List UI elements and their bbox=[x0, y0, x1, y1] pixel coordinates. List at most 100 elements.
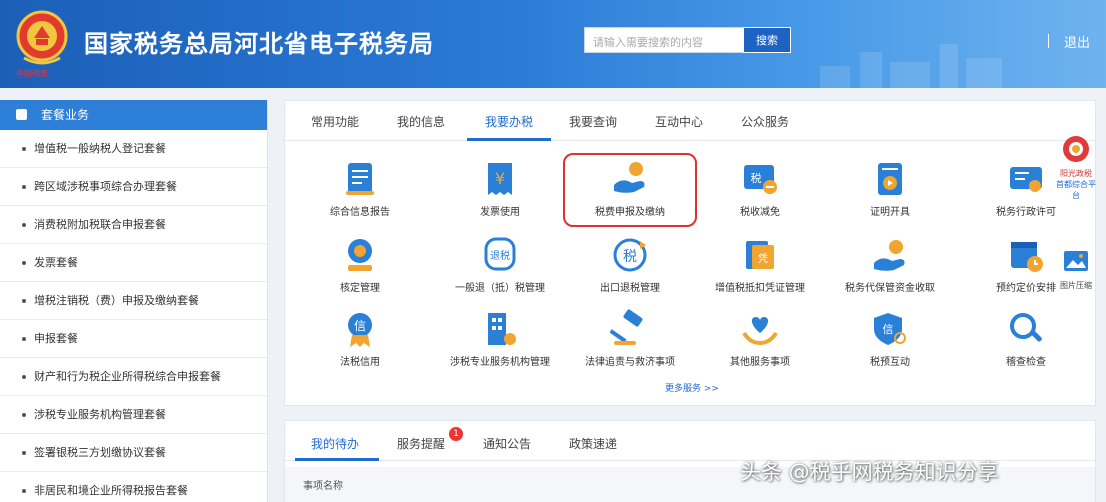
sidebar-item[interactable]: 签署银税三方划缴协议套餐 bbox=[0, 434, 267, 472]
func-label: 税务代保管资金收取 bbox=[845, 283, 935, 294]
func-label: 核定管理 bbox=[340, 283, 380, 294]
magnifier-icon bbox=[1006, 309, 1046, 349]
active-tab-underline bbox=[295, 458, 379, 461]
search-button[interactable]: 搜索 bbox=[743, 27, 791, 53]
func-refund[interactable]: 退税 一般退（抵）税管理 bbox=[445, 235, 555, 294]
sunshine-logo-icon bbox=[1063, 136, 1089, 162]
watermark: 头条 @税乎网税务知识分享 bbox=[740, 460, 999, 484]
func-export-refund[interactable]: 税 出口退税管理 bbox=[575, 235, 685, 294]
skyline-decoration bbox=[966, 58, 1002, 88]
svg-text:信: 信 bbox=[354, 319, 366, 333]
sidebar-item[interactable]: 增税注销税（费）申报及缴纳套餐 bbox=[0, 282, 267, 320]
sidebar-item[interactable]: 消费税附加税联合申报套餐 bbox=[0, 206, 267, 244]
func-tax-interaction[interactable]: 信 税预互动 bbox=[835, 309, 945, 368]
function-tabs: 常用功能 我的信息 我要办税 我要查询 互动中心 公众服务 bbox=[285, 101, 1095, 141]
tab-my-todo[interactable]: 我的待办 bbox=[311, 435, 359, 452]
sidebar-item[interactable]: 发票套餐 bbox=[0, 244, 267, 282]
search-input[interactable]: 请输入需要搜索的内容 bbox=[584, 27, 744, 53]
more-services-link[interactable]: 更多服务 >> bbox=[665, 381, 719, 394]
func-label: 稽查检查 bbox=[1006, 357, 1046, 368]
tab-my-info[interactable]: 我的信息 bbox=[397, 113, 445, 130]
sidebar-item[interactable]: 申报套餐 bbox=[0, 320, 267, 358]
tab-public-service[interactable]: 公众服务 bbox=[741, 113, 789, 130]
func-tax-declaration[interactable]: 税费申报及缴纳 bbox=[575, 159, 685, 218]
skyline-decoration bbox=[940, 44, 958, 88]
tab-tax-handling[interactable]: 我要办税 bbox=[485, 113, 533, 130]
func-label: 出口退税管理 bbox=[600, 283, 660, 294]
emblem-caption: 中国税务 bbox=[16, 69, 48, 78]
svg-text:¥: ¥ bbox=[495, 169, 505, 188]
sidebar-item[interactable]: 增值税一般纳税人登记套餐 bbox=[0, 130, 267, 168]
tab-common[interactable]: 常用功能 bbox=[311, 113, 359, 130]
skyline-decoration bbox=[820, 66, 850, 88]
func-label: 综合信息报告 bbox=[330, 207, 390, 218]
heart-hands-icon bbox=[740, 309, 780, 349]
func-label: 税预互动 bbox=[870, 357, 910, 368]
svg-text:税: 税 bbox=[751, 171, 762, 185]
tax-emblem-icon bbox=[14, 8, 70, 70]
tab-query[interactable]: 我要查询 bbox=[569, 113, 617, 130]
func-label: 增值税抵扣凭证管理 bbox=[715, 283, 805, 294]
logout-link[interactable]: 退出 bbox=[1064, 32, 1090, 51]
func-tax-relief[interactable]: 税 税收减免 bbox=[705, 159, 815, 218]
tab-notice[interactable]: 通知公告 bbox=[483, 435, 531, 452]
func-label: 法律追责与救济事项 bbox=[585, 357, 675, 368]
calendar-icon bbox=[1006, 235, 1046, 275]
svg-text:税: 税 bbox=[623, 249, 637, 265]
func-invoice[interactable]: ¥ 发票使用 bbox=[445, 159, 555, 218]
tax-discount-icon: 税 bbox=[740, 159, 780, 199]
func-label: 一般退（抵）税管理 bbox=[455, 283, 545, 294]
svg-text:凭: 凭 bbox=[758, 252, 768, 265]
image-compress-button[interactable]: 图片压缩 bbox=[1054, 246, 1098, 291]
func-label: 税费申报及缴纳 bbox=[595, 207, 665, 218]
svg-text:退税: 退税 bbox=[490, 249, 510, 262]
sidebar-header: 套餐业务 bbox=[0, 100, 267, 130]
func-label: 其他服务事项 bbox=[730, 357, 790, 368]
func-fund-custody[interactable]: 税务代保管资金收取 bbox=[835, 235, 945, 294]
func-label: 法税信用 bbox=[340, 357, 380, 368]
invoice-icon: ¥ bbox=[480, 159, 520, 199]
skyline-decoration bbox=[860, 52, 882, 88]
reminder-count-badge: 1 bbox=[449, 427, 463, 441]
sidebar: 套餐业务 增值税一般纳税人登记套餐 跨区域涉税事项综合办理套餐 消费税附加税联合… bbox=[0, 100, 268, 502]
func-tax-credit[interactable]: 信 法税信用 bbox=[305, 309, 415, 368]
func-agency-management[interactable]: 涉税专业服务机构管理 bbox=[445, 309, 555, 368]
image-icon bbox=[1064, 251, 1088, 271]
func-other-services[interactable]: 其他服务事项 bbox=[705, 309, 815, 368]
skyline-decoration bbox=[890, 62, 930, 88]
func-label: 税务行政许可 bbox=[996, 207, 1056, 218]
func-label: 发票使用 bbox=[480, 207, 520, 218]
func-legal-remedy[interactable]: 法律追责与救济事项 bbox=[575, 309, 685, 368]
site-title: 国家税务总局河北省电子税务局 bbox=[84, 30, 434, 58]
badge-subtitle: 首都综合平台 bbox=[1056, 180, 1096, 200]
license-icon bbox=[1006, 159, 1046, 199]
building-icon bbox=[480, 309, 520, 349]
func-info-report[interactable]: 综合信息报告 bbox=[305, 159, 415, 218]
refund-icon: 退税 bbox=[480, 235, 520, 275]
header-divider bbox=[1048, 34, 1049, 48]
func-vat-voucher[interactable]: 凭 增值税抵扣凭证管理 bbox=[705, 235, 815, 294]
sunshine-tax-badge[interactable]: 阳光政税 首都综合平台 bbox=[1054, 134, 1098, 201]
active-tab-underline bbox=[467, 138, 551, 141]
tab-service-reminder[interactable]: 服务提醒 bbox=[397, 435, 445, 452]
svg-text:信: 信 bbox=[883, 323, 894, 336]
func-label: 证明开具 bbox=[870, 207, 910, 218]
sidebar-item[interactable]: 非居民和境企业所得税报告套餐 bbox=[0, 472, 267, 502]
fund-icon bbox=[870, 235, 910, 275]
sidebar-item[interactable]: 涉税专业服务机构管理套餐 bbox=[0, 396, 267, 434]
certificate-icon bbox=[870, 159, 910, 199]
func-inspection[interactable]: 稽查检查 bbox=[971, 309, 1081, 368]
main-panel: 常用功能 我的信息 我要办税 我要查询 互动中心 公众服务 综合信息报告 ¥ 发… bbox=[284, 100, 1096, 406]
func-certificate[interactable]: 证明开具 bbox=[835, 159, 945, 218]
sidebar-item[interactable]: 跨区域涉税事项综合办理套餐 bbox=[0, 168, 267, 206]
stamp-icon bbox=[340, 235, 380, 275]
hand-coin-icon bbox=[610, 159, 650, 199]
tab-interaction[interactable]: 互动中心 bbox=[655, 113, 703, 130]
func-label: 涉税专业服务机构管理 bbox=[450, 357, 550, 368]
badge-label: 图片压缩 bbox=[1060, 281, 1092, 290]
gavel-icon bbox=[609, 309, 650, 349]
shield-search-icon: 信 bbox=[870, 309, 910, 349]
func-verification[interactable]: 核定管理 bbox=[305, 235, 415, 294]
tab-policy[interactable]: 政策速递 bbox=[569, 435, 617, 452]
sidebar-item[interactable]: 财产和行为税企业所得税综合申报套餐 bbox=[0, 358, 267, 396]
